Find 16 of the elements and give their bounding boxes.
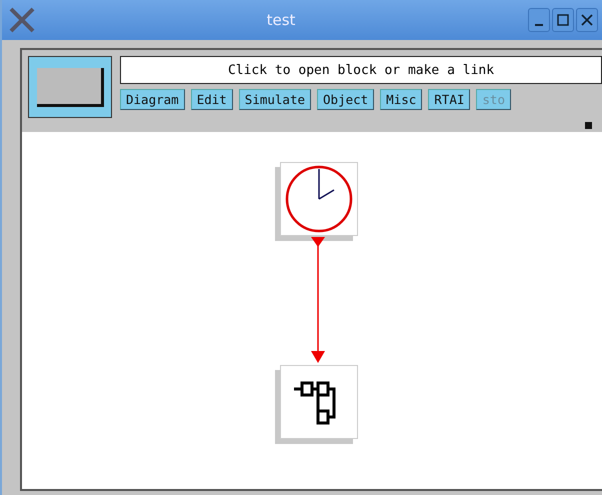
resize-handle[interactable] [585,122,592,128]
menu-button[interactable]: Diagram [120,89,185,110]
close-button[interactable] [576,8,598,32]
x-logo-icon [8,7,36,33]
menu-button[interactable]: Misc [380,89,422,110]
close-icon [581,14,593,26]
menu-button[interactable]: Simulate [238,89,312,110]
minimize-button[interactable] [528,8,550,32]
menu-button[interactable]: Edit [190,89,233,110]
menu-button[interactable]: Object [317,89,374,110]
window-title: test [266,11,296,29]
minimize-icon [535,24,543,26]
message-bar: Click to open block or make a link [120,56,602,84]
maximize-button[interactable] [552,8,574,32]
menu-button[interactable]: RTAI [428,89,470,110]
maximize-icon [557,14,569,26]
